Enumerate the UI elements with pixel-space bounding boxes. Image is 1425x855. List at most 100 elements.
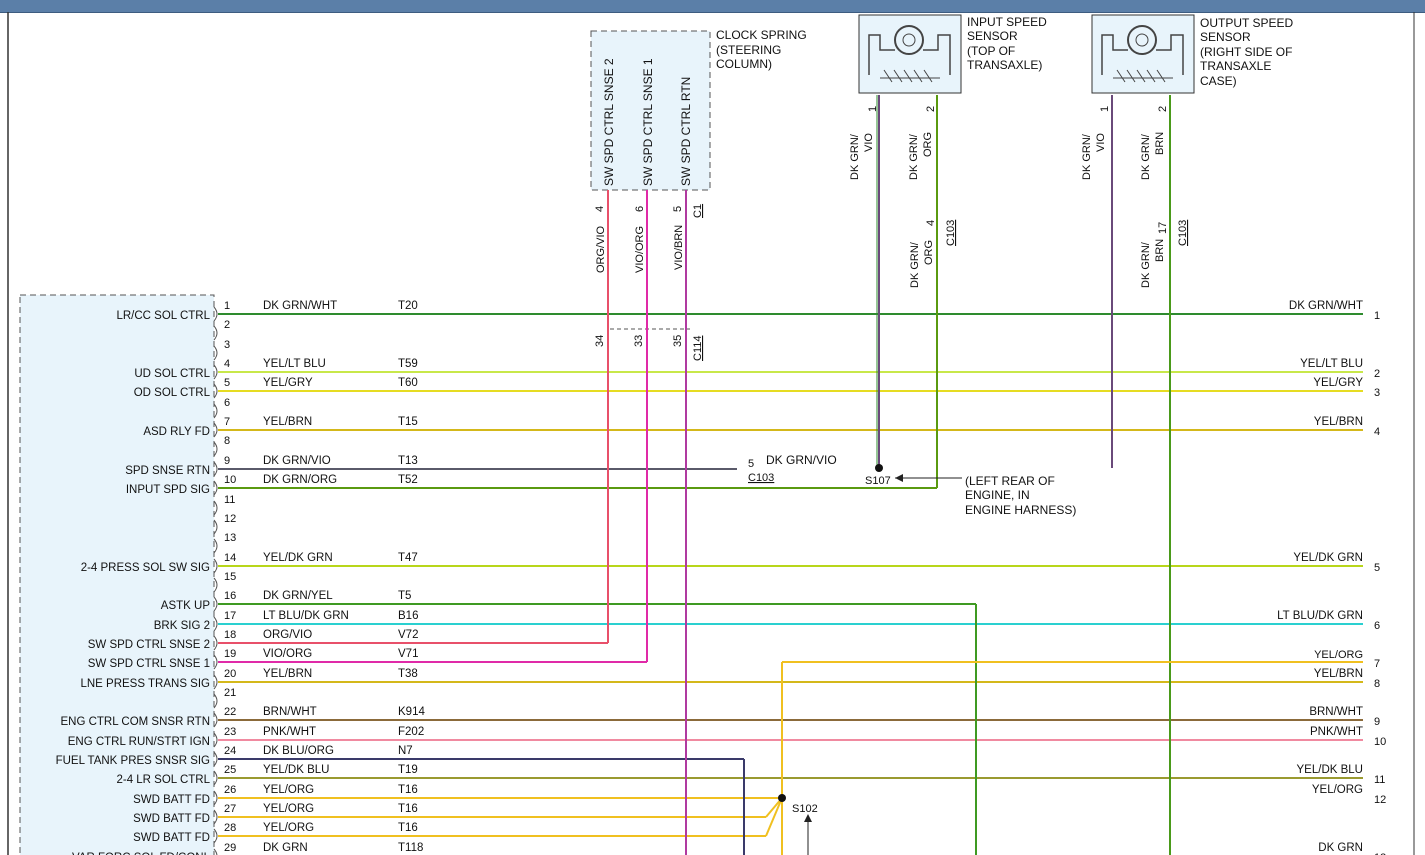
- wire-color-label: YEL/LT BLU: [263, 358, 326, 370]
- output-sensor-conn-pin: 17: [1157, 222, 1169, 234]
- wiring-diagram: 1LR/CC SOL CTRLDK GRN/WHT T20 DK GRN/WHT12…: [7, 12, 1415, 855]
- circuit-id: T16: [398, 784, 418, 796]
- pin-name: SPD SNSE RTN: [125, 465, 210, 477]
- input-sensor-pin-2: 2: [925, 106, 937, 112]
- pin-number: 9: [224, 455, 230, 467]
- pin-name: ASTK UP: [161, 600, 211, 612]
- pin-name: BRK SIG 2: [154, 620, 210, 632]
- pin-number: 16: [224, 590, 236, 602]
- pin-number: 8: [224, 435, 230, 447]
- pin-number: 19: [224, 648, 236, 660]
- pin-number: 7: [224, 416, 230, 428]
- right-wire-label: PNK/WHT: [1310, 726, 1363, 738]
- module-pin-labels: 1LR/CC SOL CTRLDK GRN/WHT T20 DK GRN/WHT12…: [56, 300, 1386, 855]
- circuit-id: T20: [398, 300, 418, 312]
- pin-number: 20: [224, 668, 236, 680]
- pin-number: 13: [224, 532, 236, 544]
- clock-spring-wire-3: VIO/BRN: [673, 225, 685, 270]
- circuit-id: T19: [398, 764, 418, 776]
- wire-color-label: DK BLU/ORG: [263, 745, 334, 757]
- splice-s107-label: S107: [865, 475, 891, 487]
- right-wire-label: YEL/GRY: [1313, 377, 1363, 389]
- wire-color-label: DK GRN/WHT: [263, 300, 337, 312]
- pin-number: 12: [224, 513, 236, 525]
- pin-number: 25: [224, 764, 236, 776]
- right-wire-label: YEL/BRN: [1314, 416, 1363, 428]
- clock-spring-pin-label-3: SW SPD CTRL RTN: [679, 77, 693, 186]
- output-sensor-pin-1: 1: [1099, 106, 1111, 112]
- circuit-id: N7: [398, 745, 413, 757]
- right-pin-number: 4: [1374, 426, 1380, 438]
- right-label-yel-org-7: YEL/ORG: [1314, 649, 1363, 661]
- right-pin-number: 10: [1374, 736, 1386, 748]
- circuit-id: T5: [398, 590, 411, 602]
- right-wire-label: BRN/WHT: [1309, 706, 1363, 718]
- connector-c1: C1: [692, 204, 704, 218]
- input-sensor-wire-2a: DK GRN/: [908, 133, 920, 180]
- splice-s102-dot: [778, 794, 786, 802]
- clock-spring-title-2: (STEERING: [716, 43, 781, 57]
- output-sensor-title-4: TRANSAXLE: [1200, 59, 1271, 73]
- output-sensor-wire-1b: VIO: [1095, 133, 1107, 152]
- wire-color-label: DK GRN/ORG: [263, 474, 337, 486]
- pin-number: 18: [224, 629, 236, 641]
- output-sensor-title-3: (RIGHT SIDE OF: [1200, 45, 1292, 59]
- clock-spring-wire-1: ORG/VIO: [595, 225, 607, 273]
- wire-color-label: ORG/VIO: [263, 629, 312, 641]
- s107-note-3: ENGINE HARNESS): [965, 503, 1076, 517]
- input-sensor-wire-2b: ORG: [922, 132, 934, 157]
- right-pin-number: 12: [1374, 794, 1386, 806]
- pin-number: 15: [224, 571, 236, 583]
- module-wires: [218, 313, 1363, 837]
- output-sensor-wire-below-a: DK GRN/: [1140, 241, 1152, 288]
- circuit-id: B16: [398, 610, 418, 622]
- pin-name: LNE PRESS TRANS SIG: [80, 678, 210, 690]
- pin-number: 26: [224, 784, 236, 796]
- s107-note-1: (LEFT REAR OF: [965, 474, 1055, 488]
- pin-number: 21: [224, 687, 236, 699]
- wire-color-label: YEL/ORG: [263, 784, 314, 796]
- wire-color-label: YEL/ORG: [263, 822, 314, 834]
- c114-pin-35: 35: [672, 335, 684, 347]
- pin-number: 22: [224, 706, 236, 718]
- c114-pin-34: 34: [594, 335, 606, 347]
- wire-28-feed: [765, 797, 783, 837]
- input-sensor-title-1: INPUT SPEED: [967, 15, 1047, 29]
- pin-number: 24: [224, 745, 236, 757]
- right-pin-number: 6: [1374, 620, 1380, 632]
- right-wire-label: YEL/DK GRN: [1293, 552, 1363, 564]
- s107-note-2: ENGINE, IN: [965, 488, 1030, 502]
- input-sensor-wire-1b: VIO: [863, 133, 875, 152]
- clock-spring-pin-2: 6: [634, 206, 646, 212]
- output-sensor-wire-below-b: BRN: [1154, 239, 1166, 262]
- circuit-id: T13: [398, 455, 418, 467]
- output-sensor-title-2: SENSOR: [1200, 30, 1251, 44]
- wire-color-label: DK GRN/VIO: [263, 455, 331, 467]
- wire-color-label: YEL/DK GRN: [263, 552, 333, 564]
- input-sensor-title-2: SENSOR: [967, 29, 1018, 43]
- circuit-id: V72: [398, 629, 418, 641]
- clock-spring-pin-label-1: SW SPD CTRL SNSE 2: [602, 58, 616, 186]
- input-sensor-wire-below-b: ORG: [923, 240, 935, 265]
- wire-color-label: YEL/DK BLU: [263, 764, 329, 776]
- splice-s107-dot: [875, 464, 883, 472]
- right-wire-label: DK GRN: [1318, 842, 1363, 854]
- pin-name: ENG CTRL RUN/STRT IGN: [68, 736, 210, 748]
- wire-color-label: YEL/BRN: [263, 416, 312, 428]
- input-sensor-conn-pin: 4: [925, 220, 937, 226]
- c114-pin-33: 33: [633, 335, 645, 347]
- circuit-id: T47: [398, 552, 418, 564]
- connector-c114: C114: [692, 336, 704, 361]
- output-sensor-wire-1a: DK GRN/: [1081, 133, 1093, 180]
- input-sensor-c103: C103: [945, 220, 957, 246]
- right-pin-number: 3: [1374, 387, 1380, 399]
- right-pin-number: 8: [1374, 678, 1380, 690]
- pin-name: SW SPD CTRL SNSE 1: [88, 658, 210, 670]
- pin-number: 27: [224, 803, 236, 815]
- pin-name: SWD BATT FD: [133, 832, 210, 844]
- pin-name: 2-4 LR SOL CTRL: [116, 774, 210, 786]
- pin-name: UD SOL CTRL: [134, 368, 210, 380]
- pin-name: OD SOL CTRL: [134, 387, 211, 399]
- clock-spring-title-1: CLOCK SPRING: [716, 28, 807, 42]
- splice-s102-label: S102: [792, 803, 818, 815]
